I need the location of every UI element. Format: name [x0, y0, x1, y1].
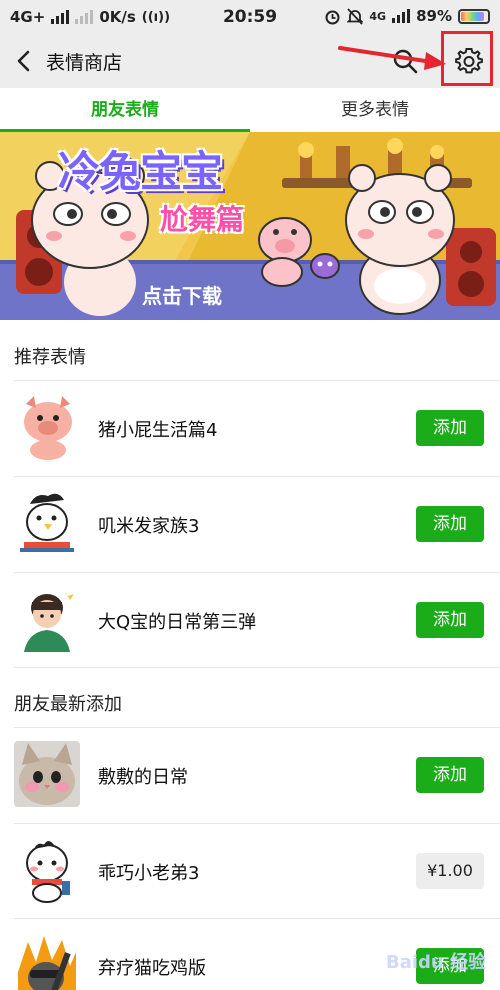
red-arrow-annotation [338, 46, 446, 70]
add-button[interactable]: 添加 [416, 410, 484, 446]
sticker-pack-name: 大Q宝的日常第三弹 [98, 612, 257, 633]
boy-photo-icon [14, 586, 80, 652]
divider [14, 667, 500, 668]
doll-sticker-icon [14, 837, 80, 903]
cat-pubg-sticker-icon [14, 932, 80, 990]
sticker-pack-thumbnail [14, 394, 80, 460]
status-right: 4G 89% [324, 7, 490, 25]
purple-blob [310, 253, 340, 279]
banner-download-link[interactable]: 点击下载 [142, 280, 222, 309]
sticker-pack-thumbnail [14, 586, 80, 652]
page-title: 表情商店 [46, 52, 123, 74]
section-title-friends-recent: 朋友最新添加 [14, 694, 122, 715]
back-icon[interactable] [10, 46, 38, 76]
add-button[interactable]: 添加 [416, 757, 484, 793]
pig-sticker-icon [14, 394, 80, 460]
signal-3-icon [392, 9, 411, 23]
sticker-pack-thumbnail [14, 837, 80, 903]
list-item[interactable]: 乖巧小老弟3 ¥1.00 [0, 823, 500, 919]
sticker-pack-name: 叽米发家族3 [98, 516, 200, 537]
highlight-box-annotation [441, 31, 493, 86]
list-item[interactable]: 敷敷的日常 添加 [0, 727, 500, 823]
price-button[interactable]: ¥1.00 [416, 853, 484, 889]
sticker-pack-name: 猪小屁生活篇4 [98, 420, 218, 441]
add-button[interactable]: 添加 [416, 602, 484, 638]
cat-photo-icon [14, 741, 80, 807]
list-item[interactable]: 叽米发家族3 添加 [0, 476, 500, 572]
sticker-pack-thumbnail [14, 490, 80, 556]
sticker-pack-name: 敷敷的日常 [98, 767, 188, 788]
sticker-pack-name: 弃疗猫吃鸡版 [98, 958, 206, 979]
add-button[interactable]: 添加 [416, 506, 484, 542]
bunny-right [345, 164, 455, 315]
battery-icon [458, 8, 490, 24]
sticker-pack-thumbnail [14, 932, 80, 990]
tab-bar: 朋友表情 更多表情 [0, 88, 500, 132]
section-title-recommended: 推荐表情 [14, 347, 86, 368]
banner-subtitle: 尬舞篇 [160, 203, 245, 236]
network-2-label: 4G [369, 9, 387, 23]
status-bar: 4G+ 0K/s ((ı)) 20:59 4G 89% [0, 0, 500, 34]
watermark: Baidu 经验 [386, 952, 487, 973]
sticker-pack-name: 乖巧小老弟3 [98, 863, 200, 884]
promo-banner[interactable]: 冷兔宝宝 尬舞篇 点击下载 [0, 132, 500, 320]
list-item[interactable]: 大Q宝的日常第三弹 添加 [0, 572, 500, 668]
battery-percent: 89% [416, 7, 452, 25]
list-item[interactable]: 猪小屁生活篇4 添加 [0, 380, 500, 476]
mute-bell-icon [347, 7, 364, 25]
banner-title: 冷兔宝宝 [58, 147, 223, 196]
tab-more-stickers[interactable]: 更多表情 [250, 88, 500, 132]
chick-sticker-icon [14, 490, 80, 556]
sticker-pack-thumbnail [14, 741, 80, 807]
alarm-icon [325, 10, 340, 24]
tab-friends-stickers[interactable]: 朋友表情 [0, 88, 250, 132]
